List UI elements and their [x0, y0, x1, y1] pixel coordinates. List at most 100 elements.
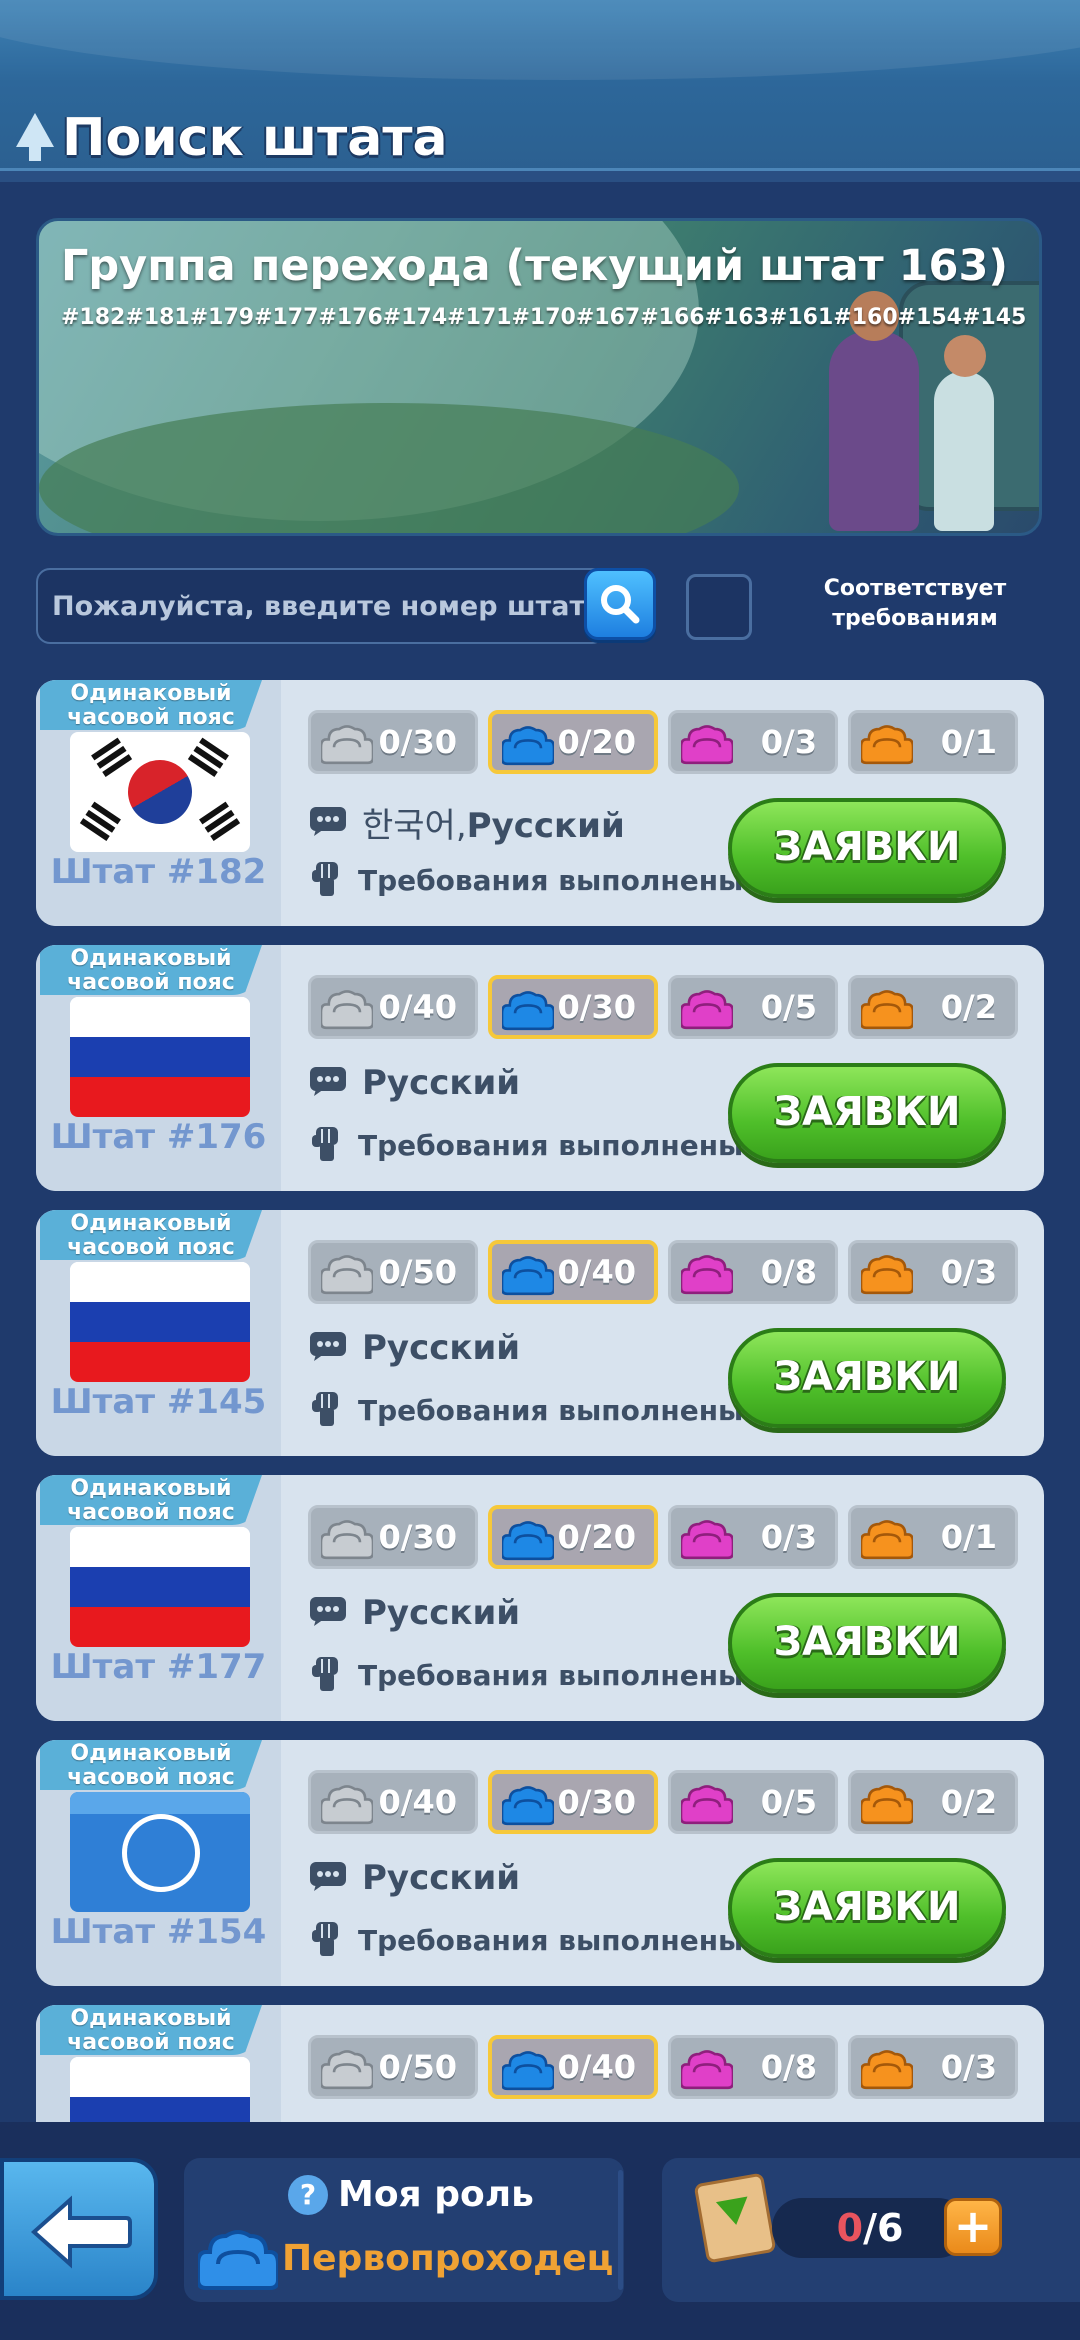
apply-button[interactable]: ЗАЯВКИ — [728, 1328, 1006, 1428]
language-prefix: 한국어, — [362, 806, 467, 846]
page-title: Поиск штата — [62, 108, 448, 168]
scroll-icon — [693, 2172, 777, 2264]
orange-sofa-icon — [859, 723, 915, 773]
language-row: Русский — [308, 1063, 520, 1103]
state-info: Одинаковый часовой пояс Штат #177 — [36, 1475, 281, 1721]
resource-count: 0/40 — [557, 2048, 636, 2086]
fist-icon — [308, 1123, 344, 1167]
apply-button[interactable]: ЗАЯВКИ — [728, 798, 1006, 898]
chat-icon — [308, 1595, 348, 1631]
state-list[interactable]: Одинаковый часовой пояс Штат #182 0/30 0/20… — [36, 680, 1044, 2122]
my-role-label: ? Моя роль — [288, 2174, 534, 2215]
resource-requirements: 0/40 0/30 0/5 0/2 — [308, 1770, 1018, 1834]
my-role-panel[interactable]: ? Моя роль Первопроходец — [184, 2158, 624, 2302]
state-info: Одинаковый часовой пояс Штат #182 — [36, 680, 281, 926]
requirements-text: Требования выполнены — [358, 863, 744, 897]
language-name: Русский — [362, 1063, 521, 1103]
back-arrow-icon — [30, 2195, 132, 2269]
resource-slot: 0/20 — [488, 1505, 658, 1569]
fist-icon — [308, 1388, 344, 1432]
bottom-divider — [618, 2170, 623, 2290]
state-name: Штат #154 — [50, 1912, 267, 1952]
apply-button[interactable]: ЗАЯВКИ — [728, 1593, 1006, 1693]
blue-sofa-icon — [500, 1519, 556, 1569]
language-text: Русский — [362, 1328, 520, 1368]
language-name: Русский — [362, 1328, 521, 1368]
alliance-flag-icon — [70, 1792, 250, 1912]
resource-slot: 0/50 — [308, 2035, 478, 2099]
resource-count: 0/3 — [940, 2048, 997, 2086]
help-icon[interactable]: ? — [288, 2174, 328, 2215]
same-timezone-badge: Одинаковый часовой пояс — [40, 1210, 262, 1260]
orange-sofa-icon — [859, 988, 915, 1038]
blue-sofa-icon — [500, 989, 556, 1039]
russia-flag-icon — [70, 1527, 250, 1647]
fist-icon — [308, 1653, 344, 1697]
requirements-checkbox-label: Соответствует требованиям — [823, 576, 1007, 631]
application-counter-panel: 0/6 + — [662, 2158, 1080, 2302]
language-row: Русский — [308, 1328, 520, 1368]
state-card[interactable]: Одинаковый часовой пояс Штат #176 0/40 0/30… — [36, 945, 1044, 1191]
blue-sofa-icon — [500, 1254, 556, 1304]
blue-sofa-icon — [500, 724, 556, 774]
resource-slot: 0/40 — [308, 1770, 478, 1834]
apply-button[interactable]: ЗАЯВКИ — [728, 1063, 1006, 1163]
title-row: Поиск штата — [14, 108, 448, 168]
language-row: Русский — [308, 1858, 520, 1898]
bottom-bar: ? Моя роль Первопроходец 0/6 + — [0, 2122, 1080, 2340]
state-card[interactable]: Одинаковый часовой пояс Штат #154 0/40 0/30… — [36, 1740, 1044, 1986]
gray-sofa-icon — [319, 1783, 375, 1833]
language-row: Русский — [308, 1593, 520, 1633]
pink-sofa-icon — [679, 1253, 735, 1303]
russia-flag-icon — [70, 1262, 250, 1382]
search-button[interactable] — [584, 568, 656, 640]
apply-button[interactable]: ЗАЯВКИ — [728, 1858, 1006, 1958]
chat-icon — [308, 1065, 348, 1101]
resource-slot: 0/30 — [488, 975, 658, 1039]
blue-sofa-icon — [500, 1784, 556, 1834]
resource-count: 0/20 — [557, 723, 636, 761]
resource-slot: 0/3 — [848, 2035, 1018, 2099]
resource-requirements: 0/30 0/20 0/3 0/1 — [308, 710, 1018, 774]
counter-total: /6 — [863, 2206, 904, 2250]
resource-slot: 0/2 — [848, 1770, 1018, 1834]
language-text: Русский — [362, 1858, 520, 1898]
fist-icon — [308, 858, 344, 902]
main-content: Группа перехода (текущий штат 163) #182#… — [0, 182, 1080, 2122]
state-card[interactable]: Одинаковый часовой пояс Штат #182 0/30 0/20… — [36, 680, 1044, 926]
resource-requirements: 0/50 0/40 0/8 0/3 — [308, 2035, 1018, 2099]
gray-sofa-icon — [319, 1518, 375, 1568]
resource-count: 0/40 — [378, 988, 457, 1026]
resource-count: 0/3 — [760, 1518, 817, 1556]
search-input[interactable] — [52, 570, 592, 642]
language-text: Русский — [362, 1063, 520, 1103]
russia-flag-icon — [70, 997, 250, 1117]
resource-slot: 0/50 — [308, 1240, 478, 1304]
language-row: 한국어,Русский — [308, 798, 625, 847]
resource-slot: 0/8 — [668, 1240, 838, 1304]
transfer-group-banner: Группа перехода (текущий штат 163) #182#… — [36, 218, 1042, 536]
language-name: Русский — [362, 1593, 521, 1633]
requirements-checkbox[interactable] — [686, 574, 752, 640]
back-button[interactable] — [0, 2158, 158, 2300]
state-card[interactable]: Одинаковый часовой пояс 0/50 0/40 0/8 0/3 — [36, 2005, 1044, 2122]
search-icon — [601, 585, 640, 624]
resource-count: 0/30 — [557, 988, 636, 1026]
fist-icon — [308, 1918, 344, 1962]
requirements-row: Требования выполнены — [308, 858, 743, 902]
role-value: Первопроходец — [282, 2238, 614, 2279]
resource-slot: 0/30 — [488, 1770, 658, 1834]
state-card[interactable]: Одинаковый часовой пояс Штат #145 0/50 0/40… — [36, 1210, 1044, 1456]
resource-count: 0/5 — [760, 1783, 817, 1821]
resource-count: 0/1 — [940, 1518, 997, 1556]
add-button[interactable]: + — [944, 2198, 1002, 2256]
pink-sofa-icon — [679, 988, 735, 1038]
state-card[interactable]: Одинаковый часовой пояс Штат #177 0/30 0/20… — [36, 1475, 1044, 1721]
banner-state-list: #182#181#179#177#176#174#171#170#167#166… — [61, 305, 1027, 330]
requirements-text: Требования выполнены — [358, 1923, 744, 1957]
requirements-text: Требования выполнены — [358, 1128, 744, 1162]
resource-slot: 0/2 — [848, 975, 1018, 1039]
state-name: Штат #176 — [50, 1117, 267, 1157]
resource-slot: 0/30 — [308, 1505, 478, 1569]
pink-sofa-icon — [679, 2048, 735, 2098]
